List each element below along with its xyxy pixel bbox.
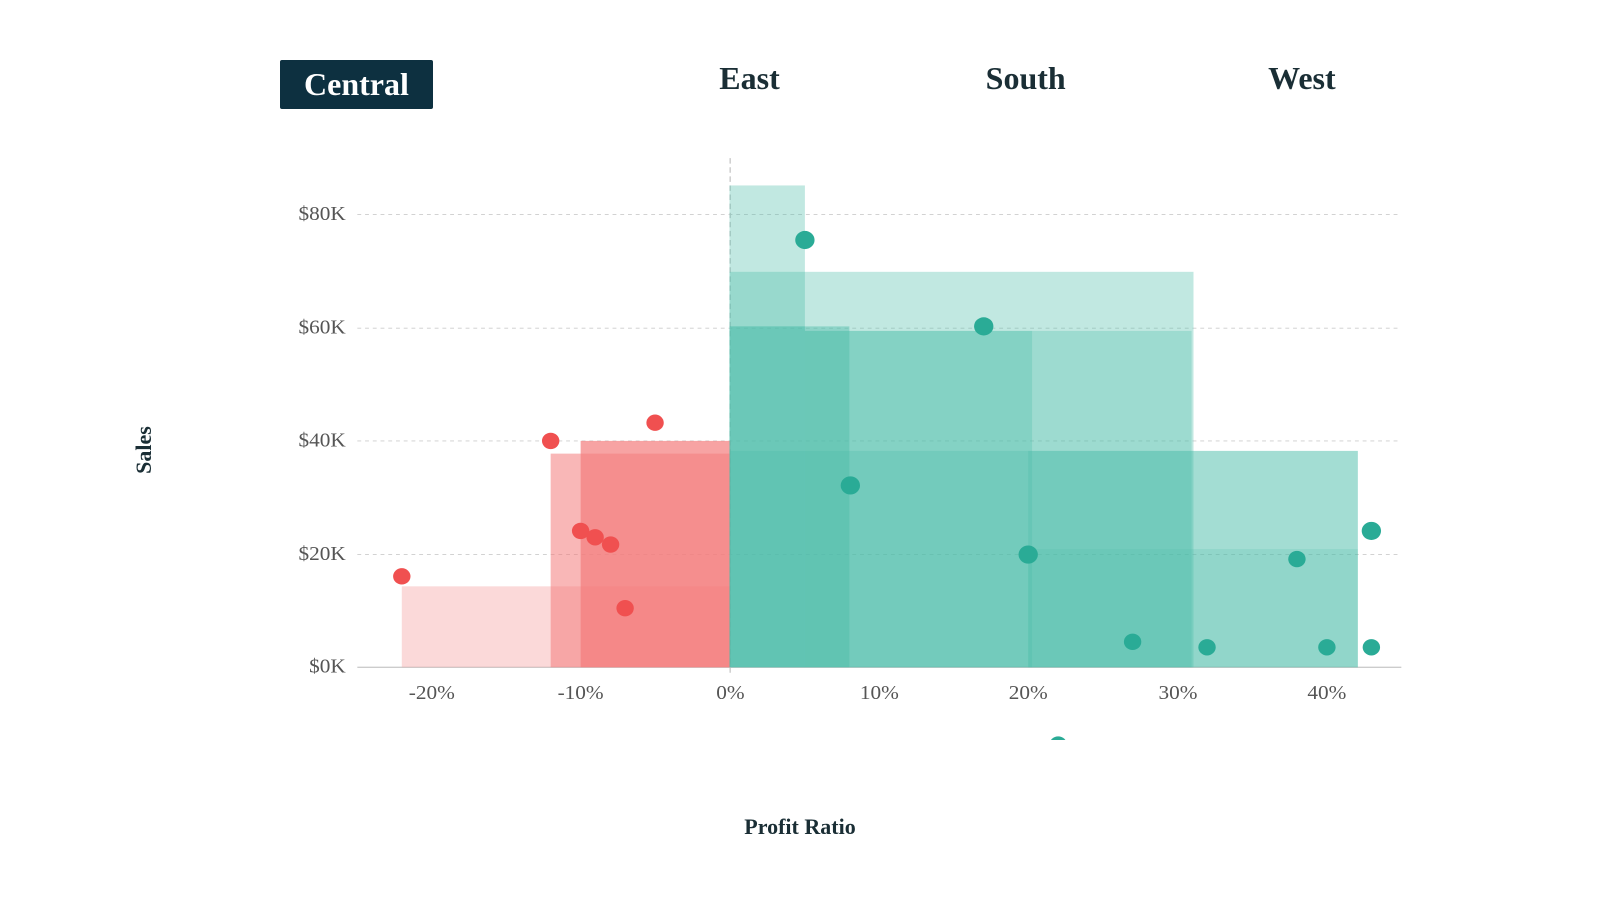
- dot-west-2: [1318, 639, 1335, 655]
- xtick-20: 20%: [1009, 683, 1048, 704]
- dot-central-5: [602, 536, 619, 552]
- dot-west-1: [1362, 522, 1381, 540]
- x-axis-label: Profit Ratio: [744, 814, 855, 840]
- central-bar-inner: [581, 441, 731, 667]
- chart-container: Sales Profit Ratio Central East South We…: [100, 40, 1500, 860]
- dot-west-7: [1363, 639, 1380, 655]
- xtick--20: -20%: [409, 683, 455, 704]
- chart-svg: $80K $60K $40K $20K $0K -20% -10% 0% 10%…: [280, 140, 1440, 740]
- dot-south-1: [974, 317, 993, 335]
- dot-west-5: [1049, 736, 1066, 740]
- dot-central-7: [616, 600, 633, 616]
- xtick-10: 10%: [860, 683, 899, 704]
- region-labels: Central East South West: [280, 60, 1440, 109]
- chart-area: $80K $60K $40K $20K $0K -20% -10% 0% 10%…: [280, 140, 1440, 740]
- ytick-0k: $0K: [309, 656, 346, 677]
- ytick-20k: $20K: [299, 544, 346, 565]
- dot-south-2: [1019, 545, 1038, 563]
- xtick-30: 30%: [1159, 683, 1198, 704]
- west-bar-small: [1028, 549, 1358, 667]
- xtick-40: 40%: [1307, 683, 1346, 704]
- dot-west-3: [1198, 639, 1215, 655]
- xtick--10: -10%: [558, 683, 604, 704]
- y-axis-label: Sales: [131, 426, 157, 474]
- ytick-80k: $80K: [299, 204, 346, 225]
- ytick-40k: $40K: [299, 430, 346, 451]
- dot-west-6: [1288, 551, 1305, 567]
- dot-central-4: [586, 529, 603, 545]
- region-label-south: South: [986, 60, 1066, 97]
- dot-central-2: [542, 433, 559, 449]
- ytick-60k: $60K: [299, 317, 346, 338]
- region-label-west: West: [1268, 60, 1336, 97]
- dot-central-6: [646, 415, 663, 431]
- region-label-central: Central: [280, 60, 433, 109]
- region-label-east: East: [719, 60, 779, 97]
- xtick-0: 0%: [716, 683, 744, 704]
- dot-west-4: [1124, 634, 1141, 650]
- dot-east-2: [841, 476, 860, 494]
- dot-east-1: [795, 231, 814, 249]
- dot-central-1: [393, 568, 410, 584]
